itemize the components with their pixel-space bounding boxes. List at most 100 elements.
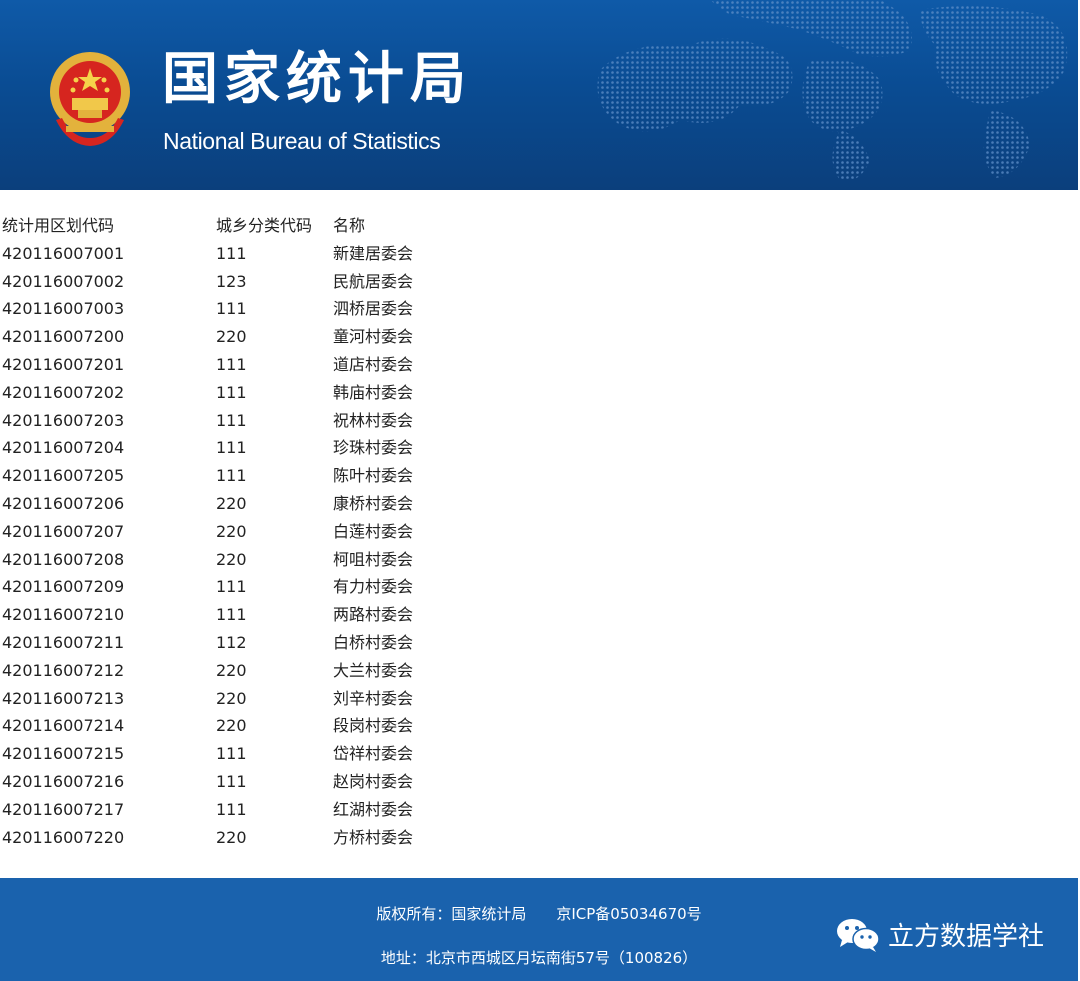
cell-name: 道店村委会 [333, 354, 414, 374]
cell-name: 两路村委会 [333, 605, 414, 625]
table-row: 420116007205 111 陈叶村委会 [2, 462, 502, 490]
cell-name: 柯咀村委会 [333, 549, 414, 569]
table-row: 420116007202 111 韩庙村委会 [2, 379, 502, 407]
table-row: 420116007204 111 珍珠村委会 [2, 434, 502, 462]
cell-code: 420116007203 [2, 410, 125, 430]
cell-code: 420116007002 [2, 271, 125, 291]
cell-type: 123 [216, 271, 247, 291]
cell-type: 111 [216, 354, 247, 374]
cell-code: 420116007211 [2, 632, 125, 652]
table-row: 420116007214 220 段岗村委会 [2, 712, 502, 740]
cell-name: 红湖村委会 [333, 799, 414, 819]
national-emblem-icon [50, 52, 130, 146]
copyright-text: 版权所有：国家统计局 [376, 905, 527, 923]
cell-name: 白莲村委会 [333, 521, 414, 541]
cell-type: 111 [216, 410, 247, 430]
cell-name: 方桥村委会 [333, 827, 414, 847]
watermark-text: 立方数据学社 [887, 922, 1044, 952]
table-row: 420116007211 112 白桥村委会 [2, 629, 502, 657]
site-banner: 国家统计局 National Bureau of Statistics [0, 0, 1078, 190]
cell-type: 220 [216, 688, 247, 708]
cell-name: 祝林村委会 [333, 410, 414, 430]
cell-name: 韩庙村委会 [333, 382, 414, 402]
cell-type: 220 [216, 493, 247, 513]
cell-code: 420116007201 [2, 354, 125, 374]
cell-type: 111 [216, 744, 247, 764]
cell-name: 刘辛村委会 [333, 688, 414, 708]
cell-code: 420116007205 [2, 466, 125, 486]
cell-name: 白桥村委会 [333, 632, 414, 652]
column-header-code: 统计用区划代码 [2, 216, 115, 235]
cell-code: 420116007216 [2, 771, 125, 791]
cell-name: 童河村委会 [333, 327, 414, 347]
cell-name: 赵岗村委会 [333, 771, 414, 791]
cell-type: 111 [216, 605, 247, 625]
site-title-english: National Bureau of Statistics [163, 128, 441, 154]
cell-name: 有力村委会 [333, 577, 414, 597]
cell-name: 康桥村委会 [333, 493, 414, 513]
table-row: 420116007212 220 大兰村委会 [2, 657, 502, 685]
table-row: 420116007207 220 白莲村委会 [2, 518, 502, 546]
cell-name: 民航居委会 [333, 271, 414, 291]
cell-type: 111 [216, 466, 247, 486]
world-map-graphic [597, 0, 1068, 181]
wechat-icon [836, 918, 880, 952]
division-code-table: 统计用区划代码 城乡分类代码 名称 420116007001 111 新建居委会 42… [2, 212, 502, 851]
cell-code: 420116007214 [2, 716, 125, 736]
cell-code: 420116007206 [2, 493, 125, 513]
cell-name: 岱祥村委会 [333, 744, 414, 764]
cell-code: 420116007003 [2, 299, 125, 319]
cell-code: 420116007001 [2, 243, 125, 263]
table-row: 420116007217 111 红湖村委会 [2, 796, 502, 824]
cell-type: 111 [216, 438, 247, 458]
cell-type: 220 [216, 549, 247, 569]
table-body: 420116007001 111 新建居委会 420116007002 123 民航居委会… [2, 240, 502, 852]
cell-code: 420116007202 [2, 382, 125, 402]
site-footer: 版权所有：国家统计局 京ICP备05034670号 地址：北京市西城区月坛南街57… [0, 878, 1078, 981]
table-row: 420116007220 220 方桥村委会 [2, 824, 502, 852]
cell-code: 420116007220 [2, 827, 125, 847]
cell-type: 111 [216, 299, 247, 319]
cell-code: 420116007212 [2, 660, 125, 680]
table-row: 420116007201 111 道店村委会 [2, 351, 502, 379]
watermark: 立方数据学社 [836, 916, 1044, 953]
table-header-row: 统计用区划代码 城乡分类代码 名称 [2, 212, 502, 240]
cell-type: 220 [216, 827, 247, 847]
cell-name: 泗桥居委会 [333, 299, 414, 319]
table-row: 420116007200 220 童河村委会 [2, 323, 502, 351]
table-row: 420116007210 111 两路村委会 [2, 601, 502, 629]
table-row: 420116007203 111 祝林村委会 [2, 407, 502, 435]
table-row: 420116007208 220 柯咀村委会 [2, 546, 502, 574]
cell-name: 珍珠村委会 [333, 438, 414, 458]
cell-type: 220 [216, 521, 247, 541]
site-title-chinese: 国家统计局 [162, 47, 472, 112]
table-row: 420116007206 220 康桥村委会 [2, 490, 502, 518]
table-row: 420116007001 111 新建居委会 [2, 240, 502, 268]
column-header-name: 名称 [333, 216, 366, 235]
table-row: 420116007003 111 泗桥居委会 [2, 295, 502, 323]
table-row: 420116007213 220 刘辛村委会 [2, 685, 502, 713]
cell-code: 420116007213 [2, 688, 125, 708]
cell-code: 420116007200 [2, 327, 125, 347]
cell-code: 420116007208 [2, 549, 125, 569]
cell-code: 420116007215 [2, 744, 125, 764]
icp-link[interactable]: 京ICP备05034670号 [556, 905, 701, 923]
table-row: 420116007215 111 岱祥村委会 [2, 740, 502, 768]
cell-name: 段岗村委会 [333, 716, 414, 736]
cell-code: 420116007217 [2, 799, 125, 819]
cell-type: 111 [216, 382, 247, 402]
cell-type: 111 [216, 771, 247, 791]
cell-code: 420116007207 [2, 521, 125, 541]
cell-type: 111 [216, 799, 247, 819]
cell-code: 420116007204 [2, 438, 125, 458]
cell-type: 112 [216, 632, 247, 652]
cell-type: 220 [216, 327, 247, 347]
cell-name: 新建居委会 [333, 243, 414, 263]
cell-type: 111 [216, 577, 247, 597]
cell-type: 220 [216, 660, 247, 680]
cell-code: 420116007210 [2, 605, 125, 625]
cell-type: 220 [216, 716, 247, 736]
table-row: 420116007216 111 赵岗村委会 [2, 768, 502, 796]
table-row: 420116007002 123 民航居委会 [2, 268, 502, 296]
cell-type: 111 [216, 243, 247, 263]
